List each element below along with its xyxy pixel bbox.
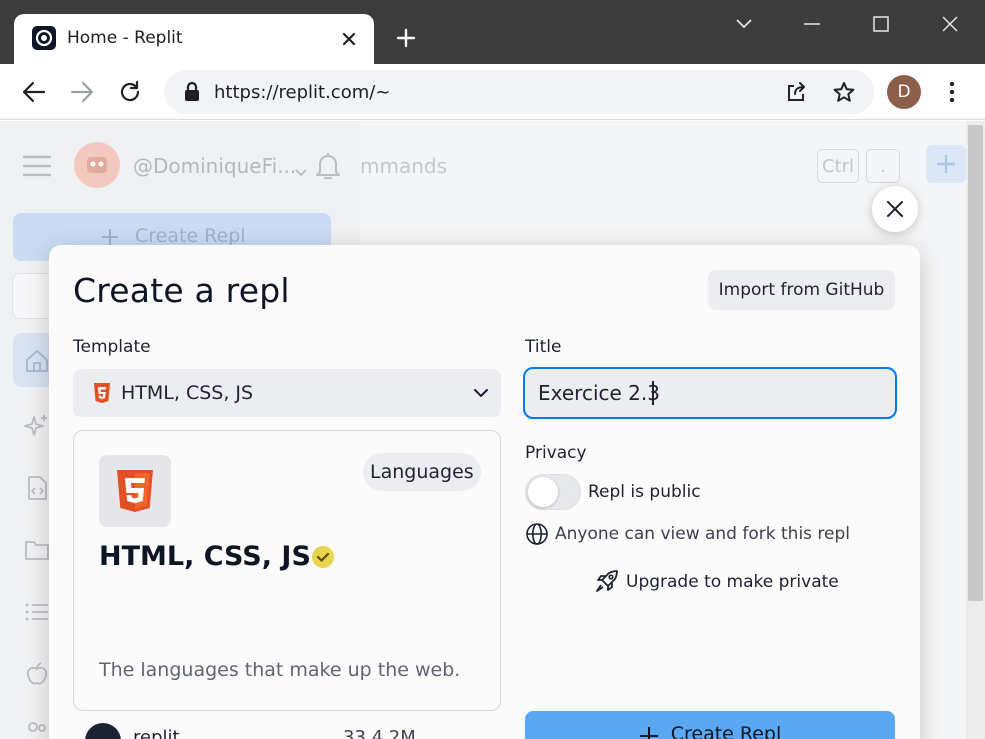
privacy-toggle-label: Repl is public: [588, 482, 701, 502]
browser-tab[interactable]: Home - Replit: [14, 14, 374, 65]
tab-title: Home - Replit: [67, 28, 183, 48]
tab-close-icon[interactable]: [336, 26, 362, 52]
title-input[interactable]: [523, 367, 897, 419]
template-label: Template: [73, 337, 151, 357]
plus-icon: [102, 229, 118, 245]
browser-menu-icon[interactable]: [940, 78, 964, 106]
toggle-knob: [528, 477, 558, 507]
import-from-github-button[interactable]: Import from GitHub: [708, 270, 895, 310]
template-description: The languages that make up the web.: [99, 659, 461, 681]
folder-icon[interactable]: [24, 537, 50, 563]
people-icon[interactable]: [24, 719, 50, 739]
template-card[interactable]: Languages HTML, CSS, JS The languages th…: [73, 430, 501, 711]
privacy-label: Privacy: [525, 443, 587, 463]
upgrade-to-private-link[interactable]: Upgrade to make private: [626, 572, 839, 592]
bookmark-star-icon[interactable]: [832, 80, 856, 104]
template-author[interactable]: replit: [133, 727, 180, 739]
window-close-icon[interactable]: [936, 10, 964, 38]
sparkle-icon[interactable]: [24, 413, 50, 439]
apple-icon[interactable]: [24, 661, 50, 687]
profile-initial: D: [897, 82, 911, 102]
home-icon: [26, 350, 48, 372]
html5-logo-icon: [117, 470, 153, 512]
url-text[interactable]: https://replit.com/~: [214, 82, 390, 103]
template-stats: 33 4.2M: [343, 727, 416, 739]
template-name: HTML, CSS, JS: [99, 541, 311, 572]
create-repl-modal: Create a repl Import from GitHub Templat…: [49, 245, 920, 739]
profile-avatar[interactable]: D: [887, 75, 921, 109]
share-icon[interactable]: [784, 80, 808, 104]
address-bar[interactable]: https://replit.com/~: [164, 70, 874, 114]
scrollbar-thumb[interactable]: [968, 125, 983, 601]
bell-icon[interactable]: [314, 151, 342, 181]
user-avatar[interactable]: [74, 142, 120, 188]
browser-toolbar: https://replit.com/~ D: [0, 64, 985, 120]
privacy-toggle[interactable]: [525, 474, 581, 510]
code-file-icon[interactable]: [24, 475, 50, 501]
reload-icon[interactable]: [115, 77, 145, 107]
plus-icon: [937, 155, 955, 173]
template-author-avatar: [85, 723, 121, 739]
kbd-dot: .: [866, 149, 900, 183]
lock-icon[interactable]: [180, 80, 204, 104]
verified-check-icon: [312, 546, 334, 568]
privacy-note: Anyone can view and fork this repl: [555, 524, 851, 544]
list-icon[interactable]: [24, 599, 50, 625]
replit-favicon-icon: [32, 26, 56, 50]
template-select[interactable]: HTML, CSS, JS: [73, 369, 501, 417]
minimize-icon[interactable]: [798, 10, 826, 38]
languages-badge: Languages: [363, 453, 481, 491]
hamburger-menu-icon[interactable]: [22, 155, 52, 177]
text-caret: [652, 381, 654, 405]
rocket-icon[interactable]: [595, 569, 619, 593]
username[interactable]: @DominiqueFi...: [133, 154, 296, 178]
template-logo: [99, 455, 171, 527]
browser-titlebar: Home - Replit: [0, 0, 985, 65]
modal-title: Create a repl: [73, 271, 290, 310]
new-tab-icon[interactable]: [392, 24, 420, 52]
create-repl-button[interactable]: Create Repl: [525, 711, 895, 739]
template-selected-value: HTML, CSS, JS: [121, 382, 254, 404]
title-label: Title: [525, 337, 562, 357]
forward-arrow-icon[interactable]: [67, 77, 97, 107]
back-arrow-icon[interactable]: [19, 77, 49, 107]
chevron-down-icon: [474, 389, 488, 397]
command-search-text[interactable]: mmands: [360, 154, 447, 178]
header-plus-button[interactable]: [926, 145, 966, 183]
tab-search-chevron-icon[interactable]: [730, 10, 758, 38]
page-scrollbar[interactable]: [966, 121, 985, 739]
modal-close-button[interactable]: [872, 186, 918, 232]
plus-icon: [639, 727, 658, 739]
globe-icon: [526, 523, 548, 545]
create-repl-label: Create Repl: [670, 723, 782, 739]
close-icon: [887, 201, 903, 217]
maximize-icon[interactable]: [867, 10, 895, 38]
kbd-ctrl: Ctrl: [817, 149, 859, 183]
html5-icon: [94, 383, 110, 403]
sidebar-create-label: Create Repl: [135, 225, 246, 247]
user-chevron-down-icon[interactable]: [294, 163, 308, 177]
